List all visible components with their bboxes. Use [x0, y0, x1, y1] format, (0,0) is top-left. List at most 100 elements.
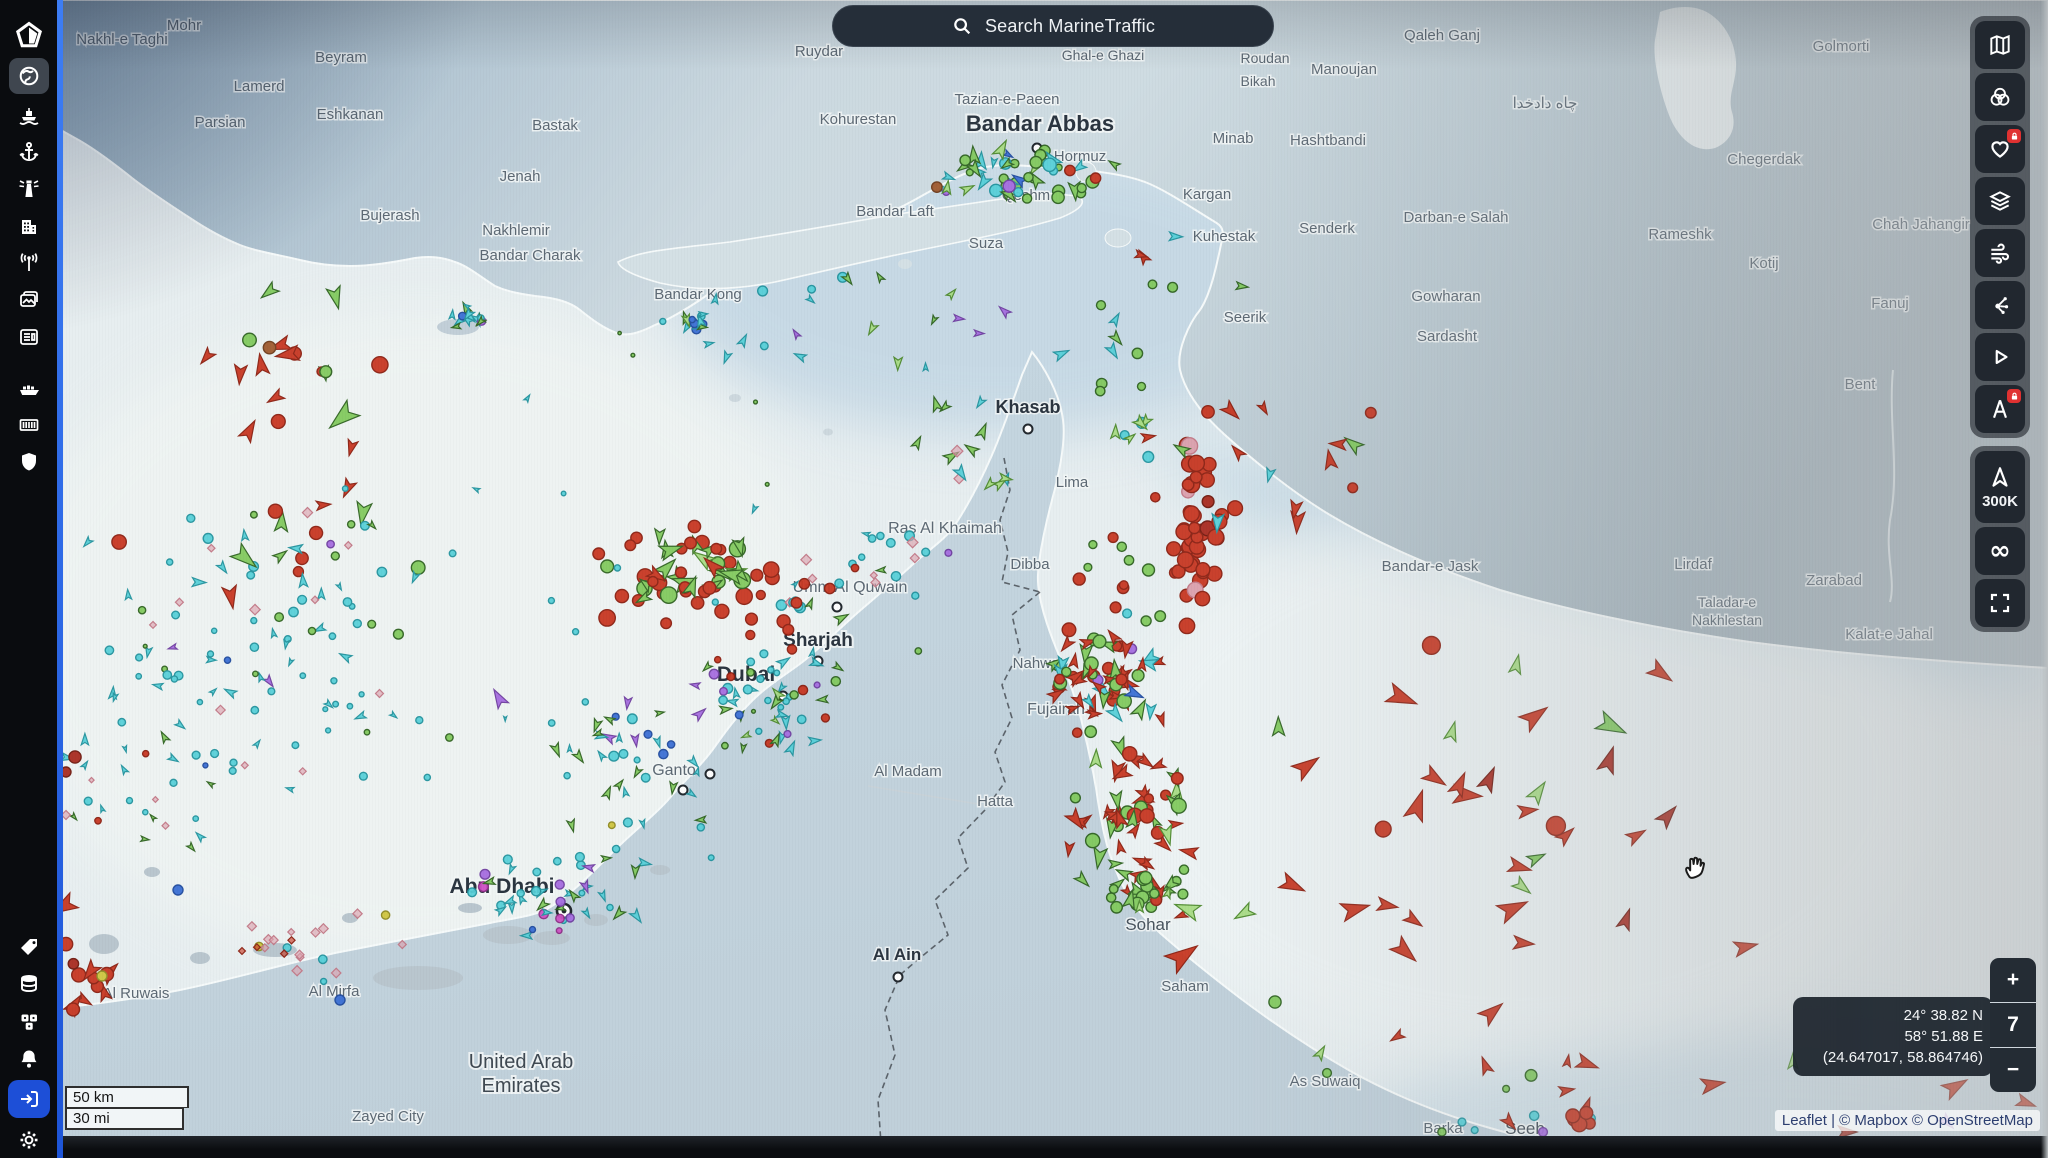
vessel-marker[interactable] [783, 624, 794, 635]
sidebar-item-protect[interactable] [9, 443, 49, 480]
vessel-marker[interactable] [1190, 471, 1202, 483]
vessel-marker[interactable] [556, 928, 562, 934]
vessel-marker[interactable] [624, 818, 633, 827]
vessel-marker[interactable] [68, 959, 78, 969]
vessel-marker[interactable] [308, 627, 315, 634]
vessel-marker[interactable] [532, 887, 541, 896]
vessel-marker[interactable] [868, 535, 875, 542]
vessel-marker[interactable] [768, 667, 774, 673]
vessel-marker[interactable] [1269, 996, 1281, 1008]
vessel-marker[interactable] [1143, 452, 1154, 463]
vessel-marker[interactable] [549, 720, 555, 726]
vessel-marker[interactable] [1085, 726, 1096, 737]
vessel-marker[interactable] [601, 560, 614, 573]
vessel-marker[interactable] [765, 482, 769, 486]
vessel-marker[interactable] [67, 1003, 80, 1016]
vessel-marker[interactable] [1208, 529, 1224, 545]
vessel-marker[interactable] [821, 714, 829, 722]
vessel-marker[interactable] [203, 534, 213, 544]
vessel-marker[interactable] [579, 890, 585, 896]
vessel-marker[interactable] [343, 598, 351, 606]
vessel-marker[interactable] [727, 673, 735, 681]
vessel-marker[interactable] [1043, 158, 1056, 171]
vessel-marker[interactable] [105, 646, 113, 654]
vessel-marker[interactable] [1458, 1118, 1466, 1126]
vessel-marker[interactable] [783, 698, 789, 704]
sidebar-item-photos[interactable] [9, 281, 49, 318]
vessel-marker[interactable] [323, 707, 328, 712]
vessel-marker[interactable] [1096, 386, 1105, 395]
vessel-marker[interactable] [268, 504, 282, 518]
vessel-marker[interactable] [97, 971, 107, 981]
vessel-marker[interactable] [708, 855, 714, 861]
vessel-marker[interactable] [746, 613, 758, 625]
vessel-marker[interactable] [1179, 865, 1188, 874]
weather-wind-button[interactable] [1975, 229, 2025, 277]
town-marker[interactable] [894, 973, 903, 982]
town-marker[interactable] [833, 603, 842, 612]
vessel-marker[interactable] [1071, 793, 1081, 803]
vessel-marker[interactable] [554, 858, 561, 865]
vessel-marker[interactable] [424, 774, 430, 780]
vessel-marker[interactable] [163, 671, 171, 679]
vessel-marker[interactable] [377, 567, 386, 576]
vessel-marker[interactable] [331, 678, 337, 684]
vessel-marker[interactable] [359, 692, 364, 697]
vessel-marker[interactable] [416, 717, 423, 724]
vessel-marker[interactable] [368, 620, 376, 628]
map-canvas[interactable]: MohrNakhl-e TaghiBeyramLamerdParsianEshk… [0, 0, 2048, 1158]
vessel-marker[interactable] [247, 571, 255, 579]
vessel-marker[interactable] [1423, 637, 1441, 655]
vessel-marker[interactable] [1030, 156, 1042, 168]
vessel-marker[interactable] [449, 550, 456, 557]
zoom-out-button[interactable]: − [1990, 1047, 2036, 1092]
vessel-marker[interactable] [329, 633, 335, 639]
vessel-marker[interactable] [915, 648, 921, 654]
vessel-marker[interactable] [1091, 173, 1101, 183]
vessel-marker[interactable] [715, 604, 729, 618]
vessel-marker[interactable] [1120, 581, 1129, 590]
vessel-marker[interactable] [774, 670, 780, 676]
vessel-marker[interactable] [573, 629, 579, 635]
vessel-marker[interactable] [641, 773, 650, 782]
vessel-marker[interactable] [170, 779, 177, 786]
vessel-marker[interactable] [751, 569, 763, 581]
vessel-marker[interactable] [173, 885, 183, 895]
vessel-marker[interactable] [912, 592, 919, 599]
vessel-marker[interactable] [831, 677, 840, 686]
vessel-marker[interactable] [607, 904, 613, 910]
sidebar-item-containers[interactable] [9, 406, 49, 443]
vessel-marker[interactable] [1348, 483, 1358, 493]
vessel-marker[interactable] [715, 657, 721, 663]
vessel-marker[interactable] [347, 704, 352, 709]
vessel-marker[interactable] [1123, 747, 1137, 761]
vessel-marker[interactable] [1202, 406, 1214, 418]
vessel-marker[interactable] [735, 711, 743, 719]
vessel-marker[interactable] [1471, 1127, 1478, 1134]
vessel-marker[interactable] [1003, 180, 1015, 192]
vessel-marker[interactable] [289, 607, 298, 616]
vessel-marker[interactable] [648, 577, 658, 587]
vessel-marker[interactable] [720, 688, 728, 696]
vessel-marker[interactable] [1107, 893, 1116, 902]
vessel-marker[interactable] [1366, 407, 1377, 418]
vessel-marker[interactable] [263, 341, 275, 353]
sidebar-item-tags[interactable] [9, 929, 49, 966]
vessel-marker[interactable] [859, 554, 865, 560]
vessel-marker[interactable] [625, 540, 636, 551]
vessel-marker[interactable] [615, 590, 628, 603]
vessel-marker[interactable] [224, 657, 230, 663]
vessel-marker[interactable] [1062, 623, 1076, 637]
vessel-marker[interactable] [798, 686, 807, 695]
sidebar-item-login[interactable] [8, 1080, 50, 1118]
vessel-marker[interactable] [353, 620, 361, 628]
vessel-marker[interactable] [1546, 816, 1565, 835]
vessel-marker[interactable] [765, 697, 771, 703]
vessel-marker[interactable] [1144, 794, 1153, 803]
vessel-marker[interactable] [139, 607, 146, 614]
marinetraffic-logo-icon[interactable] [9, 16, 49, 56]
vessel-marker[interactable] [851, 564, 858, 571]
vessel-marker[interactable] [333, 701, 339, 707]
vessel-marker[interactable] [576, 853, 585, 862]
vessel-marker[interactable] [945, 549, 952, 556]
